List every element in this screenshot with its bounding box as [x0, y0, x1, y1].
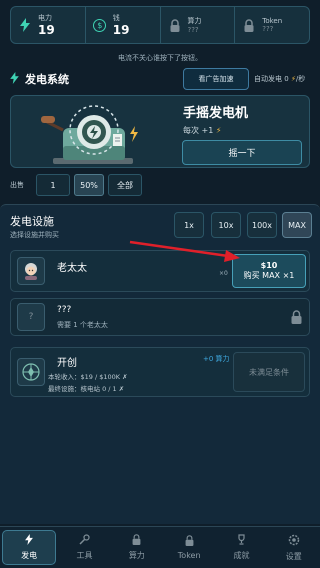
stat-label: 电力	[38, 14, 52, 22]
nav-label: 设置	[285, 551, 302, 561]
prestige-title: 开创	[57, 358, 77, 369]
nav-tab-token[interactable]: Token	[163, 527, 215, 568]
facility-row-locked: ? ??? 需要 1 个老太太	[10, 298, 310, 336]
stat-money: $ 钱 19	[86, 7, 161, 43]
sell-half-button[interactable]: 50%	[74, 174, 104, 196]
multiplier-100x-button[interactable]: 100x	[247, 212, 277, 238]
nav-label: 成就	[233, 551, 250, 560]
auto-generation-rate: 自动发电 0 ⚡/秒	[254, 74, 305, 84]
stat-token: Token ???	[235, 7, 309, 43]
stat-label: 算力	[187, 17, 202, 25]
stat-value: ???	[187, 26, 199, 34]
lock-icon	[185, 535, 194, 549]
nav-tab-tools[interactable]: 工具	[58, 527, 110, 568]
auto-unit: /秒	[295, 75, 306, 83]
owned-count: ×0	[219, 270, 228, 277]
prestige-condition-income: 本轮收入：$19 / $100K ✗	[48, 373, 128, 381]
unknown-facility-avatar: ?	[17, 303, 45, 331]
per-crank-label: 每次 +1	[183, 126, 214, 135]
hand-crank-generator-card: 手摇发电机 每次 +1 ⚡ 摇一下	[10, 95, 310, 168]
lock-icon	[132, 534, 141, 548]
multiplier-10x-button[interactable]: 10x	[211, 212, 241, 238]
facilities-panel: 发电设施 选择设施并购买 1x 10x 100x MAX 老太太 ×0 $10 …	[0, 204, 320, 524]
sell-all-button[interactable]: 全部	[108, 174, 142, 196]
facilities-title: 发电设施	[10, 215, 54, 228]
nav-tab-achievements[interactable]: 成就	[215, 527, 267, 568]
facility-row-old-lady: 老太太 ×0 $10 购买 MAX ×1	[10, 250, 310, 292]
generator-title: 手摇发电机	[183, 106, 249, 121]
bottom-nav: 发电 工具 算力 Token 成就 设置	[0, 526, 320, 568]
stat-power: 电力 19	[11, 7, 86, 43]
prestige-bonus: +0 算力	[203, 355, 230, 363]
nav-label: 工具	[76, 551, 93, 560]
nav-tab-power[interactable]: 发电	[2, 530, 57, 565]
facility-requirement: 需要 1 个老太太	[57, 321, 108, 329]
stat-compute: 算力 ???	[161, 7, 236, 43]
sell-label: 出售	[10, 181, 24, 189]
stat-label: Token	[262, 17, 283, 25]
stat-value: 19	[38, 23, 55, 37]
lock-icon	[167, 17, 183, 33]
facilities-subtitle: 选择设施并购买	[10, 231, 59, 239]
notice-text: 电流不关心谁按下了按钮。	[118, 54, 202, 62]
sell-1-button[interactable]: 1	[36, 174, 70, 196]
prestige-row: 开创 +0 算力 本轮收入：$19 / $100K ✗ 最终设施：核电站 0 /…	[10, 347, 310, 397]
nav-label: 发电	[21, 551, 38, 560]
multiplier-max-button[interactable]: MAX	[282, 212, 312, 238]
buy-old-lady-button[interactable]: $10 购买 MAX ×1	[232, 254, 306, 288]
prestige-emblem-icon	[17, 358, 45, 386]
bolt-icon	[10, 71, 19, 87]
crank-button[interactable]: 摇一下	[182, 140, 302, 165]
resource-stats-bar: 电力 19 $ 钱 19 算力 ??? Token ???	[10, 6, 310, 44]
section-title: 发电系统	[25, 73, 69, 86]
facility-name: 老太太	[57, 263, 87, 274]
nav-tab-compute[interactable]: 算力	[111, 527, 163, 568]
gear-icon	[288, 534, 300, 549]
nav-label: 算力	[128, 551, 145, 560]
stat-value: 19	[112, 23, 130, 37]
trophy-icon	[236, 534, 247, 548]
facility-name: ???	[57, 305, 72, 315]
buy-label: 购买 MAX ×1	[243, 271, 295, 280]
bolt-icon: ⚡	[215, 126, 222, 135]
nav-label: Token	[177, 551, 201, 560]
per-crank-gain: 每次 +1 ⚡	[183, 125, 222, 136]
bolt-icon	[25, 534, 34, 548]
auto-value: 0	[284, 75, 289, 83]
lock-icon	[241, 17, 257, 33]
bolt-icon	[17, 17, 33, 33]
auto-label: 自动发电	[254, 75, 282, 83]
dollar-coin-icon: $	[92, 17, 108, 33]
stat-value: ???	[262, 25, 274, 33]
watch-ad-boost-button[interactable]: 看广告加速	[183, 68, 249, 90]
generator-system-header: 发电系统 看广告加速 自动发电 0 ⚡/秒	[10, 68, 310, 90]
price-label: $10	[260, 261, 278, 270]
multiplier-1x-button[interactable]: 1x	[174, 212, 204, 238]
stat-label: 钱	[112, 14, 120, 22]
prestige-unmet-button[interactable]: 未满足条件	[233, 352, 305, 392]
lock-icon	[291, 310, 302, 324]
prestige-condition-facility: 最终设施：核电站 0 / 1 ✗	[48, 385, 125, 393]
old-lady-avatar	[17, 257, 45, 285]
sell-row: 出售 1 50% 全部	[10, 174, 310, 196]
wrench-icon	[79, 534, 90, 548]
nav-tab-settings[interactable]: 设置	[268, 527, 320, 568]
hand-crank-generator-illustration[interactable]	[39, 98, 145, 166]
